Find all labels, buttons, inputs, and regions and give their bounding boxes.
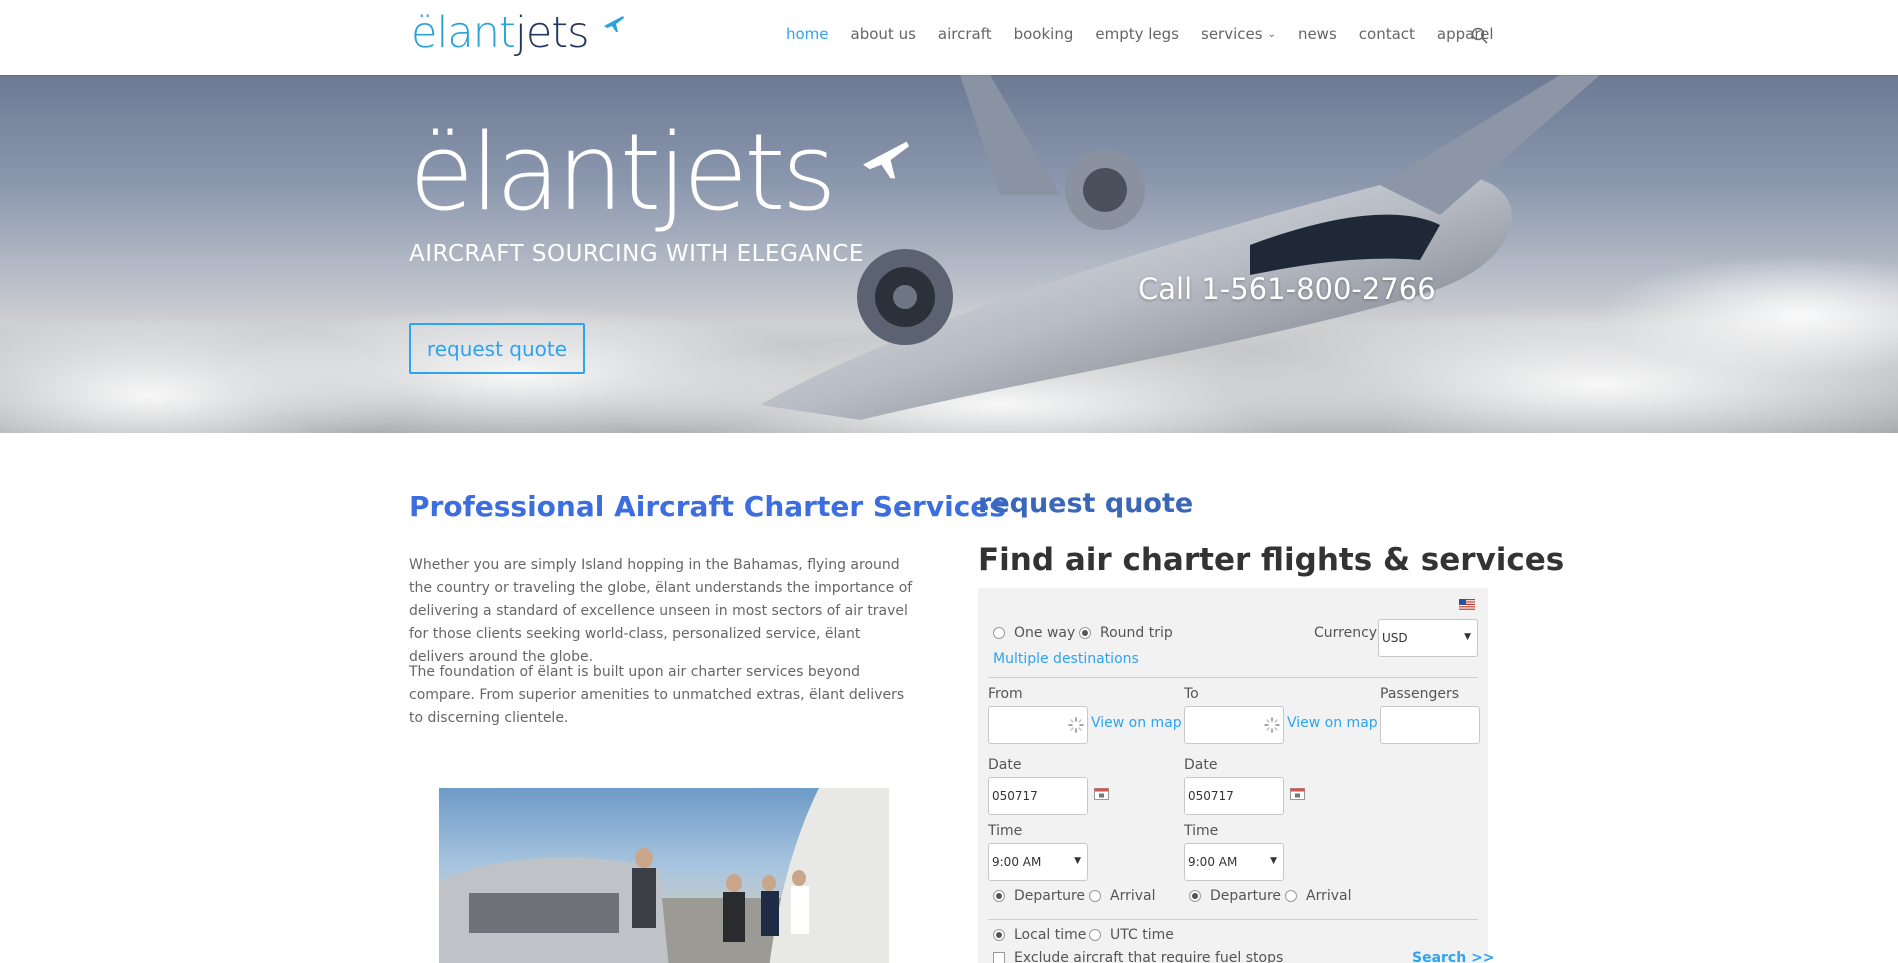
from-date-input[interactable]: 050717	[988, 777, 1088, 815]
from-time-label: Time	[988, 823, 1023, 839]
nav-home[interactable]: home	[786, 25, 829, 43]
loading-spinner-icon	[1068, 717, 1084, 733]
search-button[interactable]: Search >>	[1412, 950, 1495, 963]
hero-jet-image	[0, 75, 1898, 433]
calendar-icon[interactable]	[1094, 788, 1109, 800]
intro-paragraph: Whether you are simply Island hopping in…	[409, 557, 913, 665]
us-flag-icon[interactable]	[1459, 599, 1475, 610]
multiple-destinations-link[interactable]: Multiple destinations	[993, 651, 1139, 667]
loading-spinner-icon	[1264, 717, 1280, 733]
from-arrival-label: Arrival	[1110, 888, 1156, 904]
local-time-radio[interactable]	[993, 929, 1005, 941]
foundation-paragraph: The foundation of ëlant is built upon ai…	[409, 664, 905, 726]
divider	[988, 919, 1478, 920]
from-departure-radio[interactable]	[993, 890, 1005, 902]
plane-icon	[604, 16, 624, 32]
from-time-select[interactable]: 9:00 AM ▼	[988, 843, 1088, 881]
hero-logo-text: ëlantjets	[409, 120, 837, 226]
to-time-select[interactable]: 9:00 AM ▼	[1184, 843, 1284, 881]
to-input[interactable]	[1184, 706, 1284, 744]
to-arrival-radio[interactable]	[1285, 890, 1297, 902]
chevron-down-icon: ⌄	[1267, 29, 1276, 40]
page-title: Professional Aircraft Charter Services	[409, 490, 1006, 523]
to-view-on-map-link[interactable]: View on map	[1287, 715, 1378, 731]
to-departure-label: Departure	[1210, 888, 1282, 904]
exclude-fuel-checkbox[interactable]	[993, 952, 1005, 963]
passengers-label: Passengers	[1380, 686, 1460, 702]
nav-contact[interactable]: contact	[1359, 25, 1415, 43]
logo-text-b: jets	[514, 8, 590, 58]
nav-services-label: services	[1201, 25, 1263, 43]
find-flights-heading: Find air charter flights & services	[978, 542, 1565, 578]
main-nav: home about us aircraft booking empty leg…	[786, 25, 1516, 43]
nav-about-us[interactable]: about us	[851, 25, 916, 43]
site-header: ëlantjets home about us aircraft booking…	[0, 0, 1898, 75]
to-arrival-label: Arrival	[1306, 888, 1352, 904]
hero-tagline: AIRCRAFT SOURCING WITH ELEGANCE	[409, 241, 864, 267]
request-quote-button[interactable]: request quote	[409, 323, 585, 374]
nav-aircraft[interactable]: aircraft	[938, 25, 992, 43]
chevron-down-icon: ▼	[1074, 856, 1081, 866]
from-departure-label: Departure	[1014, 888, 1086, 904]
quote-form: One way Round trip Currency USD ▼ Multipl…	[978, 588, 1495, 963]
to-time-value: 9:00 AM	[1188, 855, 1238, 869]
passengers-input[interactable]	[1380, 706, 1480, 744]
nav-services[interactable]: services ⌄	[1201, 25, 1276, 43]
from-time-value: 9:00 AM	[992, 855, 1042, 869]
from-date-label: Date	[988, 757, 1022, 773]
logo-text: ëlantjets	[411, 8, 590, 58]
to-departure-radio[interactable]	[1189, 890, 1201, 902]
request-quote-heading: request quote	[978, 488, 1194, 519]
hero-logo: ëlantjets	[409, 120, 837, 226]
currency-label: Currency	[1314, 625, 1378, 641]
plane-icon	[863, 141, 909, 179]
from-view-on-map-link[interactable]: View on map	[1091, 715, 1182, 731]
site-logo[interactable]: ëlantjets	[411, 8, 626, 60]
currency-select-value: USD	[1382, 631, 1408, 645]
one-way-radio[interactable]	[993, 627, 1005, 639]
hero-banner: ëlantjets AIRCRAFT SOURCING WITH ELEGANC…	[0, 75, 1898, 433]
exclude-fuel-label: Exclude aircraft that require fuel stops	[1014, 950, 1284, 963]
nav-news[interactable]: news	[1298, 25, 1337, 43]
from-input[interactable]	[988, 706, 1088, 744]
from-date-value: 050717	[992, 789, 1038, 803]
search-icon[interactable]	[1470, 26, 1490, 46]
hero-phone[interactable]: Call 1-561-800-2766	[1138, 272, 1436, 306]
to-time-label: Time	[1184, 823, 1219, 839]
calendar-icon[interactable]	[1290, 788, 1305, 800]
round-trip-radio[interactable]	[1079, 627, 1091, 639]
divider	[988, 677, 1478, 678]
one-way-label: One way	[1014, 625, 1076, 641]
utc-time-radio[interactable]	[1089, 929, 1101, 941]
to-date-value: 050717	[1188, 789, 1234, 803]
to-date-label: Date	[1184, 757, 1218, 773]
to-label: To	[1184, 686, 1199, 702]
chevron-down-icon: ▼	[1464, 632, 1471, 642]
from-arrival-radio[interactable]	[1089, 890, 1101, 902]
nav-booking[interactable]: booking	[1014, 25, 1074, 43]
nav-empty-legs[interactable]: empty legs	[1095, 25, 1179, 43]
charter-photo	[439, 788, 889, 963]
logo-text-a: ëlant	[411, 8, 516, 58]
hero-logo-text-a: ëlant	[409, 111, 661, 234]
currency-select[interactable]: USD ▼	[1378, 619, 1478, 657]
from-label: From	[988, 686, 1023, 702]
round-trip-label: Round trip	[1100, 625, 1173, 641]
to-date-input[interactable]: 050717	[1184, 777, 1284, 815]
local-time-label: Local time	[1014, 927, 1087, 943]
hero-logo-text-b: jets	[657, 111, 836, 234]
chevron-down-icon: ▼	[1270, 856, 1277, 866]
utc-time-label: UTC time	[1110, 927, 1174, 943]
